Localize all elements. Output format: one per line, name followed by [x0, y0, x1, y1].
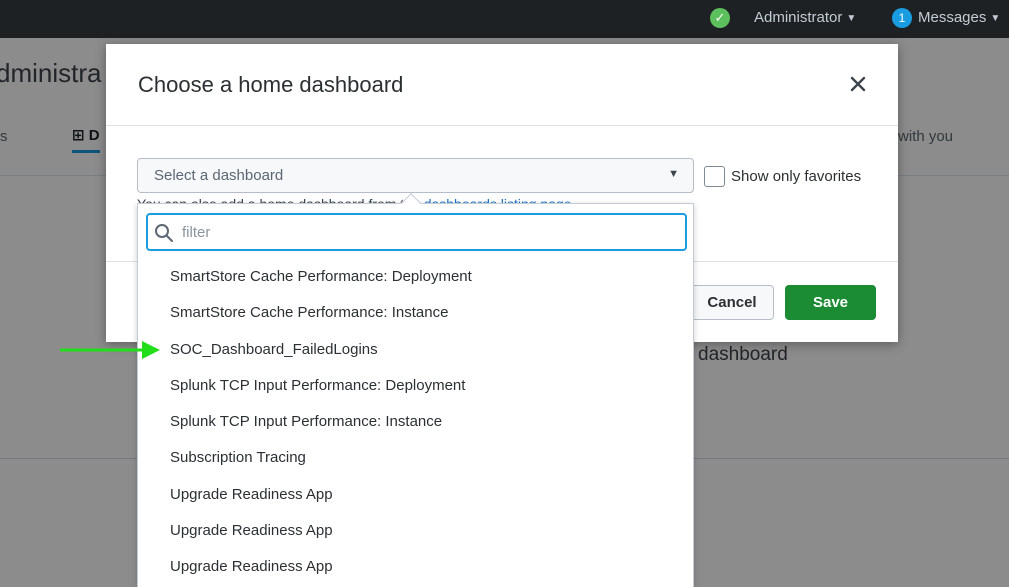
messages-label: Messages: [918, 9, 987, 26]
dashboard-option-list: SmartStore Cache Performance: Deployment…: [138, 259, 693, 586]
dashboard-option[interactable]: SmartStore Cache Performance: Instance: [138, 295, 693, 331]
modal-header: Choose a home dashboard: [106, 44, 898, 126]
chevron-down-icon: ▼: [846, 13, 857, 24]
dashboard-option[interactable]: SmartStore Cache Performance: Deployment: [138, 259, 693, 295]
dashboard-dropdown: SmartStore Cache Performance: Deployment…: [137, 193, 694, 587]
show-favorites-label[interactable]: Show only favorites: [731, 168, 861, 185]
filter-input[interactable]: [182, 218, 677, 246]
dashboard-select[interactable]: Select a dashboard ▼: [137, 158, 694, 193]
administrator-menu[interactable]: Administrator ▼: [754, 0, 856, 38]
modal-title: Choose a home dashboard: [138, 72, 404, 97]
health-status-icon[interactable]: ✓: [710, 8, 730, 28]
dashboard-option[interactable]: Upgrade Readiness App: [138, 549, 693, 585]
search-icon: [155, 224, 173, 242]
top-bar: ✓ Administrator ▼ 1 Messages ▼: [0, 0, 1009, 38]
annotation-arrow-icon: [60, 341, 160, 359]
app-root: ✓ Administrator ▼ 1 Messages ▼ dministra s…: [0, 0, 1009, 587]
messages-menu[interactable]: Messages ▼: [918, 0, 1000, 38]
chevron-down-icon: ▼: [990, 13, 1001, 24]
cancel-button[interactable]: Cancel: [690, 285, 774, 320]
messages-count-badge: 1: [892, 8, 912, 28]
show-favorites-checkbox[interactable]: [704, 166, 725, 187]
filter-field: [146, 213, 687, 251]
caret-down-icon: ▼: [668, 168, 679, 180]
administrator-label: Administrator: [754, 9, 843, 26]
dashboard-select-placeholder: Select a dashboard: [154, 167, 284, 184]
close-icon[interactable]: [844, 70, 872, 98]
dashboard-option[interactable]: Splunk TCP Input Performance: Instance: [138, 404, 693, 440]
dashboard-option[interactable]: Subscription Tracing: [138, 440, 693, 476]
dashboard-option[interactable]: Upgrade Readiness App: [138, 477, 693, 513]
dashboard-option[interactable]: Upgrade Readiness App: [138, 513, 693, 549]
dashboard-option[interactable]: SOC_Dashboard_FailedLogins: [138, 332, 693, 368]
save-button[interactable]: Save: [785, 285, 876, 320]
dashboard-option[interactable]: Splunk TCP Input Performance: Deployment: [138, 368, 693, 404]
